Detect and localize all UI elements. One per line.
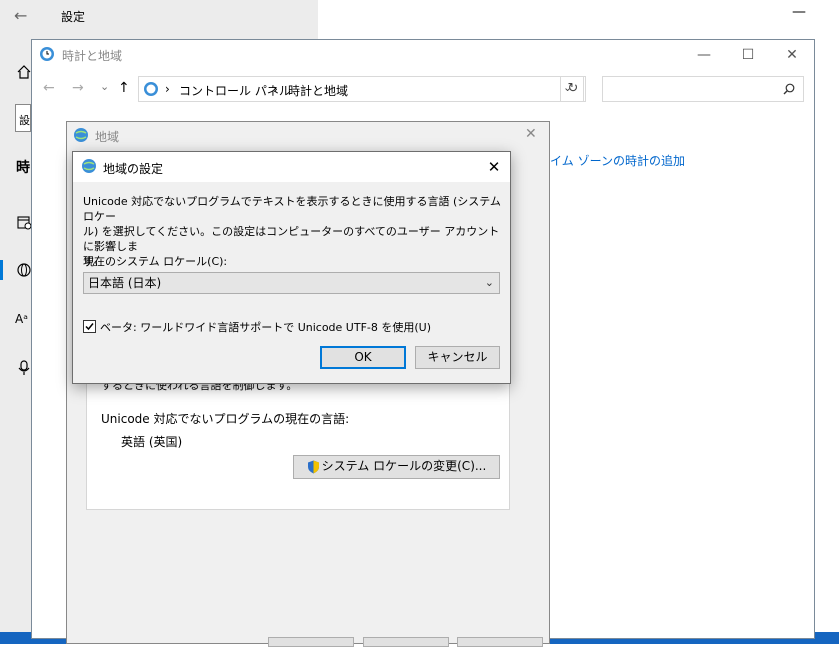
refresh-button[interactable]: ↻ bbox=[560, 76, 586, 102]
timezone-clock-link[interactable]: イム ゾーンの時計の追加 bbox=[550, 152, 685, 169]
change-system-locale-label: システム ロケールの変更(C)... bbox=[321, 459, 487, 473]
language-icon[interactable]: Aᵃ bbox=[15, 312, 28, 326]
region-apply-button[interactable] bbox=[457, 637, 543, 647]
settings-title: 設定 bbox=[61, 10, 86, 24]
current-language-value: 英語 (英国) bbox=[121, 435, 183, 449]
back-arrow-icon[interactable]: ← bbox=[43, 80, 55, 96]
clock-globe-icon bbox=[144, 82, 158, 96]
locale-select-value: 日本語 (日本) bbox=[88, 276, 162, 290]
control-panel-title: 時計と地域 bbox=[62, 49, 123, 63]
chevron-right-icon: › bbox=[165, 82, 170, 96]
ok-button[interactable]: OK bbox=[320, 346, 406, 369]
close-button[interactable]: ✕ bbox=[770, 40, 814, 70]
region-dialog-title: 地域 bbox=[95, 130, 120, 144]
clock-globe-icon bbox=[40, 47, 54, 61]
dialog-titlebar: 地域の設定 ✕ bbox=[73, 152, 510, 182]
selected-indicator bbox=[0, 260, 3, 280]
region-cancel-button[interactable] bbox=[363, 637, 449, 647]
utf8-checkbox[interactable] bbox=[83, 320, 96, 333]
settings-search-box[interactable]: 設 bbox=[15, 104, 31, 132]
dialog-description-line: Unicode 対応でないプログラムでテキストを表示するときに使用する言語 (シ… bbox=[83, 195, 501, 223]
region-settings-dialog: 地域の設定 ✕ Unicode 対応でないプログラムでテキストを表示するときに使… bbox=[72, 151, 511, 384]
utf8-checkbox-label[interactable]: ベータ: ワールドワイド言語サポートで Unicode UTF-8 を使用(U) bbox=[100, 319, 431, 335]
close-icon[interactable]: ✕ bbox=[525, 126, 537, 142]
home-icon[interactable] bbox=[16, 64, 32, 80]
locale-label: 現在のシステム ロケール(C): bbox=[83, 255, 228, 268]
globe-icon bbox=[82, 159, 96, 173]
region-ok-button[interactable] bbox=[268, 637, 354, 647]
search-input[interactable] bbox=[602, 76, 804, 102]
dialog-title: 地域の設定 bbox=[103, 162, 164, 176]
search-icon bbox=[783, 83, 795, 95]
minimize-button[interactable]: — bbox=[682, 40, 726, 70]
minimize-icon[interactable]: — bbox=[792, 4, 806, 20]
forward-arrow-icon[interactable]: → bbox=[72, 80, 84, 96]
globe-icon bbox=[74, 128, 88, 142]
address-bar[interactable]: › コントロール パネル › 時計と地域 ⌄ bbox=[138, 76, 584, 102]
chevron-down-icon: ⌄ bbox=[484, 276, 494, 289]
dialog-description-line: ル) を選択してください。この設定はコンピューターのすべてのユーザー アカウント… bbox=[83, 225, 500, 253]
microphone-icon[interactable] bbox=[16, 360, 32, 376]
checkmark-icon bbox=[85, 323, 94, 331]
uac-shield-icon bbox=[307, 460, 319, 473]
recent-dropdown-icon[interactable]: ⌄ bbox=[100, 80, 109, 93]
breadcrumb-item[interactable]: 時計と地域 bbox=[288, 82, 348, 99]
settings-page-title: 時 bbox=[16, 160, 30, 176]
system-locale-select[interactable]: 日本語 (日本) ⌄ bbox=[83, 272, 500, 294]
globe-language-icon[interactable] bbox=[16, 262, 32, 278]
cancel-button[interactable]: キャンセル bbox=[415, 346, 500, 369]
change-system-locale-button[interactable]: システム ロケールの変更(C)... bbox=[293, 455, 500, 479]
back-arrow-icon[interactable]: ← bbox=[14, 6, 27, 25]
current-language-label: Unicode 対応でないプログラムの現在の言語: bbox=[101, 412, 350, 426]
chevron-right-icon: › bbox=[273, 82, 278, 96]
control-panel-titlebar: 時計と地域 — ☐ ✕ bbox=[32, 40, 814, 70]
up-arrow-icon[interactable]: ↑ bbox=[118, 80, 130, 96]
calendar-icon[interactable] bbox=[16, 214, 32, 230]
settings-search-char: 設 bbox=[19, 114, 30, 127]
close-icon[interactable]: ✕ bbox=[479, 152, 509, 182]
maximize-button[interactable]: ☐ bbox=[726, 40, 770, 70]
